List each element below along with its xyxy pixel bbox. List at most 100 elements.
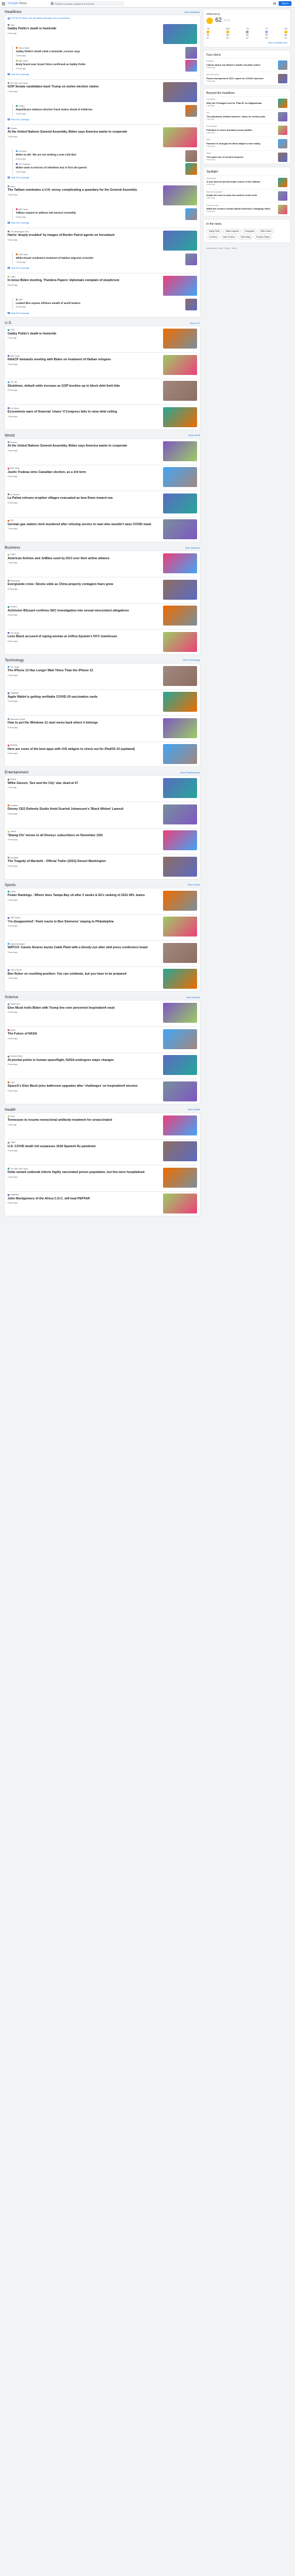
full-coverage-link[interactable]: View Full Coverage xyxy=(8,119,197,121)
sidebar-story[interactable]: Smithsonian A new look at ancient trade r… xyxy=(204,175,290,189)
story-thumbnail[interactable] xyxy=(163,1055,197,1076)
sidebar-story[interactable]: AFP Fact Check Posts misrepresent CDC rep… xyxy=(204,72,290,85)
story-title[interactable]: Justin Trudeau wins Canadian election, a… xyxy=(8,471,160,475)
story-thumbnail[interactable] xyxy=(185,163,197,175)
sub-story[interactable]: The Guardian Biden vows to end era of rel… xyxy=(16,162,197,175)
story-title[interactable]: At the United Nations General Assembly, … xyxy=(8,130,160,134)
story-thumbnail[interactable] xyxy=(163,1141,197,1162)
lead-story[interactable]: BBC News Justin Trudeau wins Canadian ele… xyxy=(8,465,197,488)
topic-chip[interactable]: Gabby Petito xyxy=(206,228,222,234)
story-title[interactable]: Gabby Petito's death is homicide xyxy=(8,27,160,31)
story-title[interactable]: GOP Senate candidates back Trump on stol… xyxy=(8,85,160,89)
story-title[interactable]: Gabby Petito's death is homicide xyxy=(8,332,160,336)
story-title[interactable]: How to put the Windows 11 start menu bac… xyxy=(8,721,160,725)
story-title[interactable]: Pollution in rivers threatens local wild… xyxy=(206,129,276,131)
lead-story[interactable]: CNN Gabby Petito's death is homicide 1 hou… xyxy=(8,22,197,44)
topic-chip[interactable]: Evergrande xyxy=(242,228,257,234)
lead-story[interactable]: CNBC American Airlines and JetBlue sued b… xyxy=(8,551,197,574)
story-title[interactable]: American Airlines and JetBlue sued by DO… xyxy=(8,557,160,561)
story-thumbnail[interactable] xyxy=(163,890,197,911)
story-thumbnail[interactable] xyxy=(185,46,197,59)
lead-story[interactable]: STAT Tennessee to resume monoclonal antib… xyxy=(8,1113,197,1135)
story-title[interactable]: Ben Roher on resetting position: You can… xyxy=(8,972,160,976)
lead-story[interactable]: DW German gas station clerk murdered afte… xyxy=(8,517,197,540)
story-title[interactable]: Apple Wallet is getting verifiable COVID… xyxy=(8,695,160,699)
story-title[interactable]: At the United Nations General Assembly, … xyxy=(8,444,160,448)
lead-story[interactable]: The Verge Leon Black accused of raping wo… xyxy=(8,630,197,652)
story-thumbnail[interactable] xyxy=(163,804,197,824)
lead-story[interactable]: Vulture 'Shang-Chi' moves to all Disney+ … xyxy=(8,828,197,851)
story-title[interactable]: A new look at ancient trade routes of th… xyxy=(206,180,276,183)
story-thumbnail[interactable] xyxy=(278,153,287,163)
story-thumbnail[interactable] xyxy=(163,917,197,937)
story-title[interactable]: Posts misrepresent CDC report on COVID v… xyxy=(206,77,276,80)
sidebar-story[interactable]: The Guardian Pollution in rivers threaten… xyxy=(204,123,290,137)
story-title[interactable]: Activision Blizzard confirms SEC investi… xyxy=(8,609,160,613)
story-title[interactable]: Power Rankings - Where does Tampa Bay si… xyxy=(8,894,160,898)
story-thumbnail[interactable] xyxy=(163,856,197,877)
story-title[interactable]: Delta variant outbreak infects highly va… xyxy=(8,1171,160,1175)
logo[interactable]: Google News xyxy=(8,2,27,6)
section-title[interactable]: World xyxy=(5,434,15,438)
lead-story[interactable]: Sports Illustrated WATCH: Canelo Alvarez … xyxy=(8,941,197,963)
story-thumbnail[interactable] xyxy=(185,150,197,162)
story-title[interactable]: SpaceX's Elon Musk joins bathroom upgrad… xyxy=(8,1084,160,1088)
lead-story[interactable]: Fox News Economists warn of financial 'ch… xyxy=(8,405,197,427)
lead-story[interactable]: Deadline Disney CEO Defends Studio Amid S… xyxy=(8,802,197,824)
story-thumbnail[interactable] xyxy=(163,744,197,765)
full-coverage-link[interactable]: View Full Coverage xyxy=(8,222,197,224)
section-more-link[interactable]: More U.S. xyxy=(190,322,200,325)
sub-story[interactable]: Yahoo News Gabby Petito's death ruled a h… xyxy=(16,46,197,59)
lead-story[interactable]: CNBC U.S. COVID death toll surpasses 1918… xyxy=(8,1139,197,1162)
story-thumbnail[interactable] xyxy=(163,606,197,626)
story-thumbnail[interactable] xyxy=(163,553,197,574)
topic-chip[interactable]: Haitian migrants xyxy=(223,228,242,234)
story-title[interactable]: Leon Black accused of raping woman at Je… xyxy=(8,635,160,639)
story-title[interactable]: Biden to UN: 'We are not seeking a new C… xyxy=(16,153,77,157)
section-title[interactable]: Entertainment xyxy=(5,770,28,775)
lead-story[interactable]: Windows Central How to put the Windows 11… xyxy=(8,716,197,738)
story-title[interactable]: What the census reveals about America's … xyxy=(206,207,276,210)
sidebar-story[interactable]: NPR Farmers in drought-hit West adapt to … xyxy=(204,137,290,150)
sub-story[interactable]: BBC News Taliban request to address UN Ge… xyxy=(16,207,197,220)
story-thumbnail[interactable] xyxy=(163,1081,197,1101)
lead-story[interactable]: Science News At pivotal points in human s… xyxy=(8,1053,197,1076)
story-title[interactable]: U.S. COVID death toll surpasses 1918 Spa… xyxy=(8,1145,160,1149)
story-title[interactable]: Farmers in drought-hit West adapt to new… xyxy=(206,142,276,145)
story-thumbnail[interactable] xyxy=(163,441,197,461)
story-thumbnail[interactable] xyxy=(163,631,197,652)
story-title[interactable]: Here are some of the best apps with iOS … xyxy=(8,748,160,752)
story-thumbnail[interactable] xyxy=(163,1194,197,1214)
story-thumbnail[interactable] xyxy=(163,1003,197,1023)
section-title[interactable]: Business xyxy=(5,546,20,550)
lead-story[interactable]: NASA The Future of NASA 4 hours ago xyxy=(8,1027,197,1049)
sign-in-button[interactable]: Sign in xyxy=(279,1,291,6)
topic-chip[interactable]: Willie Garson xyxy=(257,228,274,234)
full-coverage-link[interactable]: View Full Coverage xyxy=(8,73,197,76)
more-headlines-link[interactable]: More Headlines xyxy=(184,11,200,14)
section-title[interactable]: Science xyxy=(5,995,18,1000)
story-title[interactable]: 'I'm disappointed': Pank reacts to Ben S… xyxy=(8,920,160,924)
story-thumbnail[interactable] xyxy=(278,177,287,187)
lead-story[interactable]: CNN Gabby Petito's death is homicide 1 hou… xyxy=(8,326,197,349)
story-thumbnail[interactable] xyxy=(185,298,197,310)
section-title[interactable]: Sports xyxy=(5,883,16,888)
story-thumbnail[interactable] xyxy=(163,1115,197,1135)
full-coverage-link[interactable]: View Full Coverage xyxy=(8,312,197,315)
weather-more-link[interactable]: More on weather.com xyxy=(206,42,287,44)
story-thumbnail[interactable] xyxy=(163,381,197,401)
lead-story[interactable]: The New York Times Delta variant outbreak… xyxy=(8,1165,197,1188)
story-title[interactable]: Harris 'deeply troubled' by images of Bo… xyxy=(8,234,160,238)
story-thumbnail[interactable] xyxy=(163,778,197,799)
section-more-link[interactable]: More Business xyxy=(185,547,200,550)
story-title[interactable]: In tense Biden meeting, 'Pandora Papers'… xyxy=(8,279,160,283)
section-more-link[interactable]: More Sports xyxy=(188,884,200,887)
story-thumbnail[interactable] xyxy=(278,191,287,201)
sidebar-story[interactable]: The New Yorker What the census reveals ab… xyxy=(204,202,290,216)
lead-story[interactable]: The Hill Shutdown, default odds increase … xyxy=(8,378,197,401)
lead-story[interactable]: Yahoo Sports Ben Roher on resetting posit… xyxy=(8,966,197,989)
story-title[interactable]: Taliban request to address UN General As… xyxy=(16,211,76,215)
story-thumbnail[interactable] xyxy=(163,665,197,686)
lead-story[interactable]: Space.com Elon Musk trolls Biden with Tru… xyxy=(8,1000,197,1023)
story-thumbnail[interactable] xyxy=(185,59,197,72)
